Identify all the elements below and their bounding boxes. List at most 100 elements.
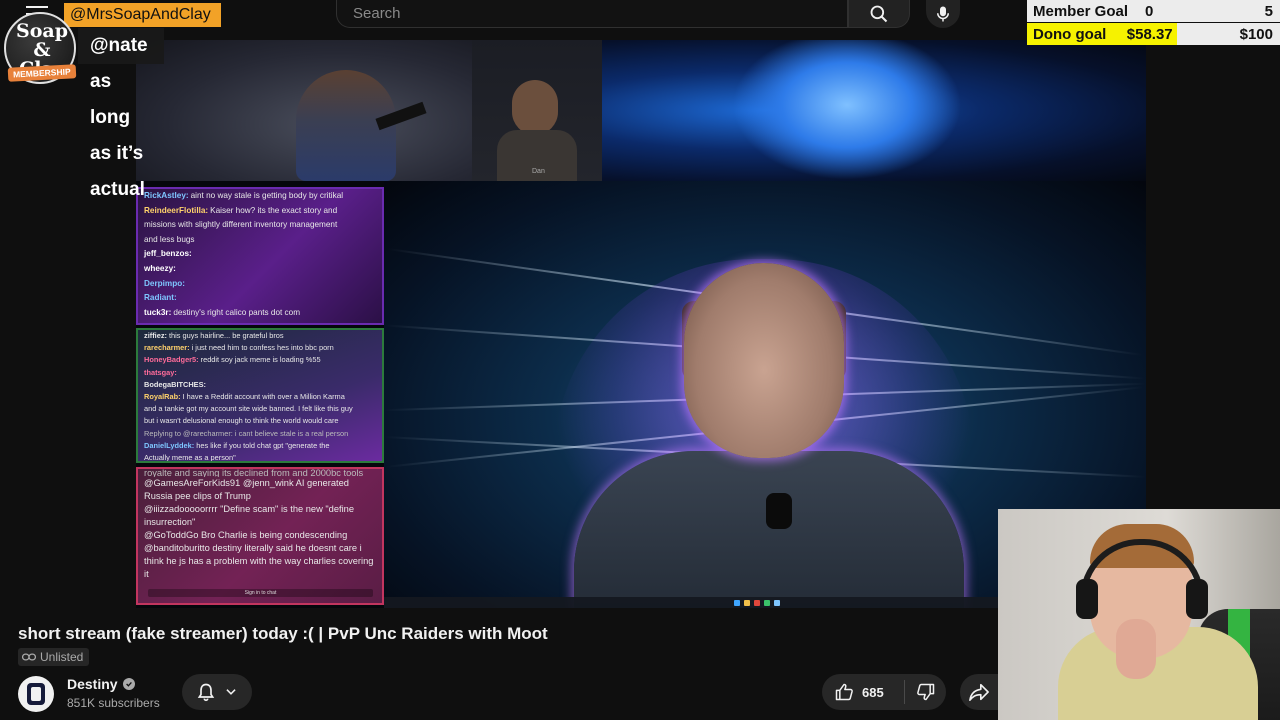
chat-message: @GamesAreForKids91 @jenn_wink AI generat… xyxy=(144,478,349,501)
chat-username: RickAstley: xyxy=(144,191,189,200)
video-title: short stream (fake streamer) today :( | … xyxy=(18,624,548,643)
notification-bell-button[interactable] xyxy=(182,674,252,710)
dono-goal-label: Dono goal xyxy=(1033,25,1107,43)
stream-goals: Member Goal 0 5 Dono goal $58.37 $100 xyxy=(1027,0,1280,45)
chat-username: Radiant: xyxy=(144,293,177,303)
chat-message: ziffiez: this guys hairline... be gratefu… xyxy=(138,330,382,342)
verified-icon xyxy=(122,678,135,690)
chat-overlay-middle: ziffiez: this guys hairline... be gratefu… xyxy=(136,328,384,463)
chat-message: and a tankie got my account site wide ba… xyxy=(138,403,382,415)
chat-sign-in: Sign in to chat xyxy=(148,589,373,597)
link-icon xyxy=(22,653,36,661)
chat-text: and a tankie got my account site wide ba… xyxy=(144,404,353,414)
alert-message: @nate as long as it’s actual xyxy=(78,28,164,200)
speaker-head xyxy=(684,263,844,458)
membership-badge: MEMBERSHIP xyxy=(7,64,76,82)
alert-username: @MrsSoapAndClay xyxy=(64,3,221,27)
chat-message: thatsgay: xyxy=(138,367,382,379)
microphone-icon xyxy=(937,6,949,22)
member-goal-current: 0 xyxy=(1145,2,1205,20)
streamer-hand xyxy=(1116,619,1156,679)
member-goal-target: 5 xyxy=(1264,2,1273,20)
dono-goal-current: $58.37 xyxy=(1126,25,1173,43)
subscriber-count: 851K subscribers xyxy=(67,696,160,710)
chat-username: jeff_benzos: xyxy=(144,249,192,259)
chat-username: rarecharmer: xyxy=(144,343,190,353)
streamer-webcam xyxy=(998,509,1280,720)
channel-avatar[interactable] xyxy=(18,676,54,712)
like-button[interactable]: 685 xyxy=(822,674,904,710)
chat-text: i just need him to confess hes into bbc … xyxy=(191,343,334,353)
chat-text: destiny's right calico pants dot com xyxy=(173,307,301,317)
chat-message: wheezy: xyxy=(138,262,382,277)
bell-icon xyxy=(197,683,215,702)
like-count: 685 xyxy=(862,684,884,700)
search-input[interactable] xyxy=(337,0,847,27)
chat-message: HoneyBadger5: reddit soy jack meme is loa… xyxy=(138,354,382,366)
guest-head xyxy=(512,80,558,135)
chat-text: hes like if you told chat gpt "generate … xyxy=(196,440,330,450)
webcam-feed-guest: Dan xyxy=(472,40,602,181)
voice-search-button[interactable] xyxy=(926,0,960,28)
chat-text: reddit soy jack meme is loading %55 xyxy=(200,355,321,365)
taskbar-icon xyxy=(754,600,760,606)
chat-message: RoyalRab: I have a Reddit account with ov… xyxy=(138,391,382,403)
thumbs-up-icon xyxy=(835,683,853,701)
search-box[interactable] xyxy=(336,0,848,28)
chat-message: Actually meme as a person" xyxy=(138,452,382,461)
taskbar-icon xyxy=(734,600,740,606)
member-goal-label: Member Goal xyxy=(1033,2,1129,20)
chat-username: ziffiez: xyxy=(144,331,167,340)
chat-message: tuck3r: destiny's right calico pants dot … xyxy=(138,306,382,321)
chat-message: missions with slightly different invento… xyxy=(138,218,382,233)
chat-text: aint no way stale is getting body by cri… xyxy=(190,191,344,200)
chat-message: RickAstley: aint no way stale is getting … xyxy=(138,189,382,204)
dono-goal-progress: Dono goal $58.37 xyxy=(1027,23,1177,45)
video-player[interactable]: Dan RickAstley: aint no way stale is gett… xyxy=(136,40,1146,608)
taskbar-icon xyxy=(764,600,770,606)
chat-overlay-top: RickAstley: aint no way stale is getting … xyxy=(136,187,384,325)
thumbs-down-icon xyxy=(916,683,934,701)
wallpaper-bloom xyxy=(732,40,962,180)
visibility-label: Unlisted xyxy=(40,650,84,664)
channel-name[interactable]: Destiny xyxy=(67,676,135,692)
search-button[interactable] xyxy=(848,0,910,28)
desktop-wallpaper xyxy=(602,40,1146,181)
headset-cup xyxy=(1076,579,1098,619)
chat-text: and less bugs xyxy=(144,234,195,244)
share-icon xyxy=(969,683,989,701)
chat-username: thatsgay: xyxy=(144,367,177,377)
lavalier-mic xyxy=(766,493,792,529)
chat-message: DanielLyddek: hes like if you told chat g… xyxy=(138,440,382,452)
speaker-body xyxy=(574,451,964,608)
headset-cup xyxy=(1186,579,1208,619)
chat-username: tuck3r: xyxy=(144,307,172,317)
chat-message: ReindeerFlotilla: Kaiser how? its the exa… xyxy=(138,204,382,219)
chat-username: DanielLyddek: xyxy=(144,440,195,450)
chat-overlay-bottom: royalte and saying its declined from and… xyxy=(136,467,384,605)
chat-username: RoyalRab: xyxy=(144,392,181,402)
chat-username: HoneyBadger5: xyxy=(144,355,199,365)
chat-message: royalte and saying its declined from and… xyxy=(144,469,364,477)
webcam-feed-host xyxy=(136,40,472,181)
avatar-mark xyxy=(31,687,41,701)
chat-message: @GoToddGo Bro Charlie is being condescen… xyxy=(144,530,348,540)
like-dislike-group: 685 xyxy=(822,674,946,710)
chat-text: Replying to @rarecharmer: i cant believe… xyxy=(144,428,349,438)
share-button[interactable] xyxy=(960,674,998,710)
chevron-down-icon xyxy=(226,689,236,695)
dono-goal-row: Dono goal $58.37 $100 xyxy=(1027,23,1280,45)
chat-message: but i wasn't delusional enough to think … xyxy=(138,415,382,427)
chat-message: rarecharmer: i just need him to confess h… xyxy=(138,342,382,354)
chat-message: BodegaBITCHES: xyxy=(138,379,382,391)
chat-username: wheezy: xyxy=(144,263,176,273)
search-icon xyxy=(870,5,888,22)
chat-message: @iiizzadooooorrrr "Define scam" is the n… xyxy=(144,504,355,527)
chat-text: missions with slightly different invento… xyxy=(144,220,338,230)
dono-goal-target: $100 xyxy=(1239,25,1273,43)
member-goal-row: Member Goal 0 5 xyxy=(1027,0,1280,22)
chat-username: ReindeerFlotilla: xyxy=(144,205,209,215)
taskbar-icon xyxy=(744,600,750,606)
chat-username: BodegaBITCHES: xyxy=(144,379,207,389)
dislike-button[interactable] xyxy=(905,674,946,710)
